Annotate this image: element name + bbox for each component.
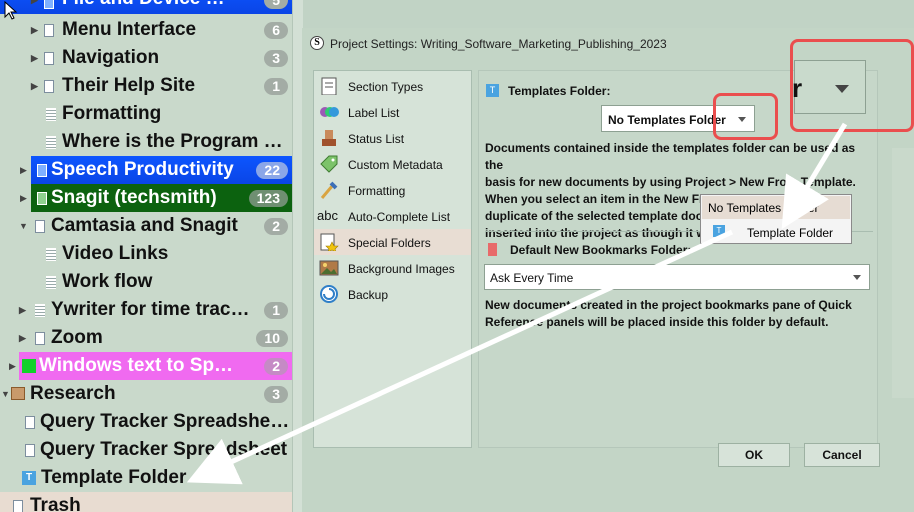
annotation-arrows: [186, 122, 848, 485]
arrow-to-dropdown: [781, 122, 848, 230]
arrow-to-template-folder: [186, 229, 734, 485]
